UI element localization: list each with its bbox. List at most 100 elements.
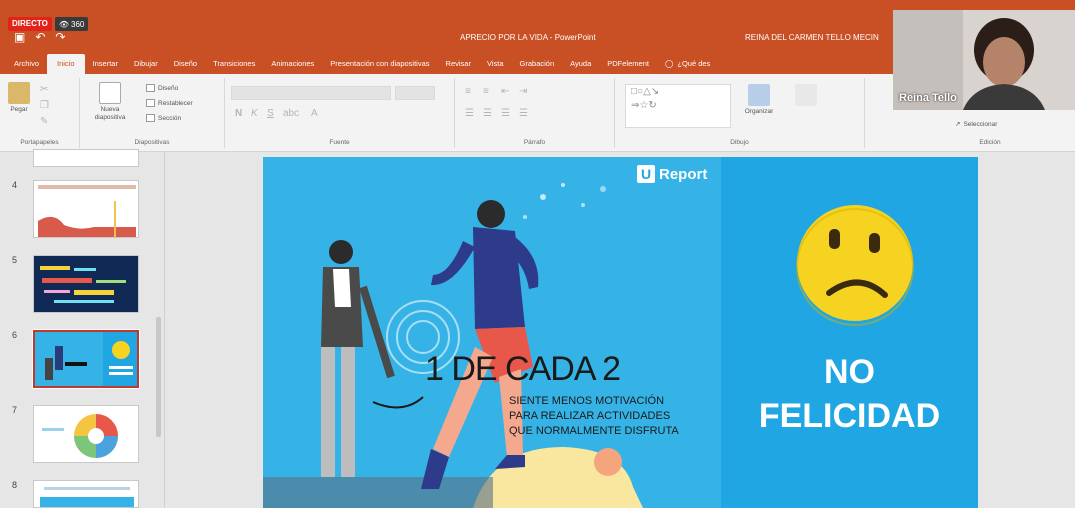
paste-label: Pegar <box>10 106 28 113</box>
format-painter-icon[interactable]: ✎ <box>40 116 48 127</box>
arrange-button[interactable]: Organizar <box>737 84 781 116</box>
paragraph-group-label: Párrafo <box>523 139 546 146</box>
thumbnail-wordcloud-graphic <box>40 266 126 303</box>
slide-thumbnail-8[interactable] <box>33 480 139 508</box>
rectangle-shape-icon[interactable]: □○△↘ <box>631 86 659 97</box>
layout-label: Diseño <box>158 84 179 92</box>
thumbnails-scrollbar[interactable] <box>156 317 161 437</box>
tab-vista[interactable]: Vista <box>479 59 512 74</box>
tell-me-label: ¿Qué des <box>677 59 711 68</box>
new-slide-button[interactable]: Nueva diapositiva <box>88 82 132 122</box>
slides-group-label: Diapositivas <box>134 139 170 146</box>
slide-thumbnails-pane[interactable]: 4 5 6 7 8 <box>0 149 165 508</box>
bullets-icon[interactable]: ≡ <box>465 86 471 97</box>
bold-icon[interactable]: N <box>235 108 242 119</box>
redo-icon[interactable]: ↷ <box>55 30 65 44</box>
thumbnail-chart-graphic <box>38 185 136 237</box>
tab-animaciones[interactable]: Animaciones <box>263 59 322 74</box>
clipboard-group: Pegar ✂ ❐ ✎ Portapapeles <box>0 78 80 148</box>
paste-button[interactable]: Pegar <box>6 82 32 114</box>
presenter-name: Reina Tello <box>899 92 957 104</box>
font-color-icon[interactable]: A <box>311 108 318 119</box>
document-title: APRECIO POR LA VIDA - PowerPoint <box>460 33 596 42</box>
live-stream-badge: DIRECTO 👁 360 <box>8 17 89 31</box>
account-name[interactable]: REINA DEL CARMEN TELLO MECIN <box>745 33 879 42</box>
thumbnail-number: 4 <box>12 180 18 190</box>
quick-styles-button[interactable] <box>789 84 823 108</box>
decrease-indent-icon[interactable]: ⇤ <box>501 86 509 97</box>
viewer-count: 👁 360 <box>54 17 89 31</box>
select-button[interactable]: ↗ Seleccionar <box>955 120 998 129</box>
slide-thumbnail-7[interactable] <box>33 405 139 463</box>
tell-me-box[interactable]: ◯ ¿Qué des <box>657 59 718 74</box>
slide-thumbnail-5[interactable] <box>33 255 139 313</box>
slide-thumbnail-3[interactable] <box>33 149 139 167</box>
ureport-logo: U Report <box>637 165 707 183</box>
subtext-line-2: PARA REALIZAR ACTIVIDADES <box>509 410 671 422</box>
underline-icon[interactable]: S <box>267 108 274 119</box>
tab-revisar[interactable]: Revisar <box>438 59 479 74</box>
justify-icon[interactable]: ☰ <box>519 108 528 119</box>
arrange-label: Organizar <box>744 108 774 115</box>
reset-button[interactable]: Restablecer <box>146 99 193 107</box>
eye-icon: 👁 <box>58 19 70 29</box>
slide-thumbnail-6-selected[interactable] <box>32 329 140 389</box>
thumbnail-number: 5 <box>12 255 18 265</box>
tab-grabacion[interactable]: Grabación <box>512 59 563 74</box>
new-slide-label-1: Nueva <box>100 106 120 113</box>
current-slide[interactable]: U Report 1 DE CADA 2 SIENTE MENOS MOTIVA… <box>263 157 978 508</box>
quick-styles-icon <box>795 84 817 106</box>
select-label: Seleccionar <box>963 120 998 128</box>
increase-indent-icon[interactable]: ⇥ <box>519 86 527 97</box>
align-center-icon[interactable]: ☰ <box>483 108 492 119</box>
drawing-group: □○△↘ ⇒☆↻ Organizar Dibujo <box>615 78 865 148</box>
thumbnail-number: 6 <box>12 330 18 340</box>
felicidad-label: FELICIDAD <box>758 397 941 435</box>
font-name-dropdown[interactable] <box>231 86 391 100</box>
slide-thumbnail-4[interactable] <box>33 180 139 238</box>
tab-ayuda[interactable]: Ayuda <box>562 59 599 74</box>
font-group-label: Fuente <box>329 139 350 146</box>
align-right-icon[interactable]: ☰ <box>501 108 510 119</box>
paragraph-group: ≡ ≡ ⇤ ⇥ ☰ ☰ ☰ ☰ Párrafo <box>455 78 615 148</box>
arrow-shape-icon[interactable]: ⇒☆↻ <box>631 100 657 111</box>
tab-pdfelement[interactable]: PDFelement <box>599 59 657 74</box>
tab-diseno[interactable]: Diseño <box>166 59 205 74</box>
slides-group: Nueva diapositiva Diseño Restablecer Sec… <box>80 78 225 148</box>
slide-illustration <box>263 183 914 508</box>
select-icon: ↗ <box>955 121 961 128</box>
new-slide-label-2: diapositiva <box>94 114 126 121</box>
tab-presentacion[interactable]: Presentación con diapositivas <box>322 59 437 74</box>
reset-label: Restablecer <box>158 99 193 107</box>
layout-button[interactable]: Diseño <box>146 84 178 92</box>
align-left-icon[interactable]: ☰ <box>465 108 474 119</box>
tab-insertar[interactable]: Insertar <box>85 59 126 74</box>
font-size-dropdown[interactable] <box>395 86 435 100</box>
tab-inicio[interactable]: Inicio <box>47 54 85 74</box>
tab-transiciones[interactable]: Transiciones <box>205 59 263 74</box>
numbering-icon[interactable]: ≡ <box>483 86 489 97</box>
strikethrough-icon[interactable]: abc <box>283 108 299 119</box>
section-label: Sección <box>158 114 182 122</box>
clipboard-group-label: Portapapeles <box>20 139 59 146</box>
copy-icon[interactable]: ❐ <box>40 100 49 111</box>
subtext-line-3: QUE NORMALMENTE DISFRUTA <box>509 425 679 437</box>
reset-icon <box>146 99 155 107</box>
new-slide-icon <box>99 82 121 104</box>
section-icon <box>146 114 155 122</box>
undo-icon[interactable]: ↶ <box>35 30 45 44</box>
layout-icon <box>146 84 155 92</box>
thumbnail-slide6-graphic <box>45 332 137 386</box>
slide-editor[interactable]: U Report 1 DE CADA 2 SIENTE MENOS MOTIVA… <box>165 152 1075 508</box>
viewer-count-value: 360 <box>71 19 85 29</box>
tab-archivo[interactable]: Archivo <box>6 59 47 74</box>
tab-dibujar[interactable]: Dibujar <box>126 59 166 74</box>
italic-icon[interactable]: K <box>251 108 258 119</box>
save-icon[interactable]: ▣ <box>14 30 25 44</box>
section-button[interactable]: Sección <box>146 114 181 122</box>
cut-icon[interactable]: ✂ <box>40 84 48 95</box>
slide-subtext: SIENTE MENOS MOTIVACIÓN PARA REALIZAR AC… <box>509 394 679 439</box>
subtext-line-1: SIENTE MENOS MOTIVACIÓN <box>509 395 665 407</box>
thumbnail-number: 7 <box>12 405 18 415</box>
quick-access-toolbar: ▣ ↶ ↷ <box>14 30 65 44</box>
